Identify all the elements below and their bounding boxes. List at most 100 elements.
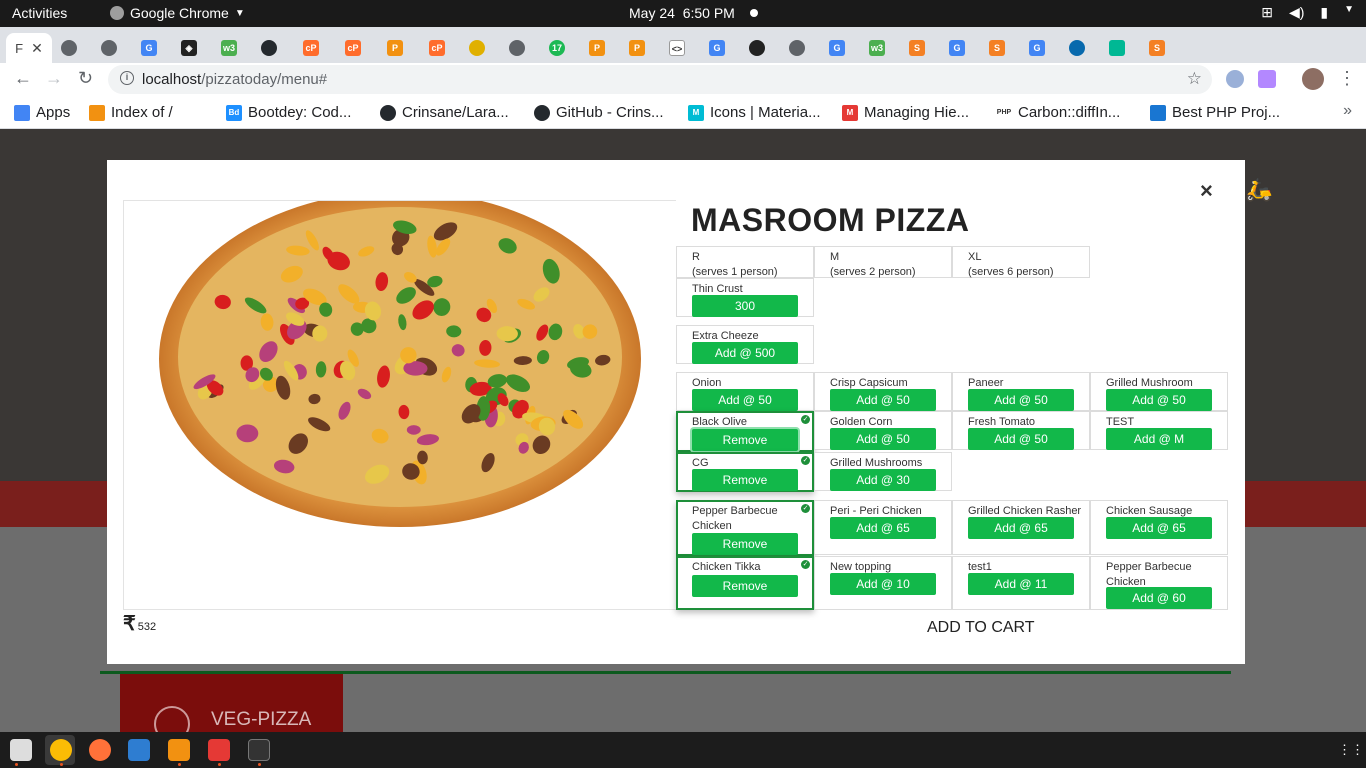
tab-item[interactable]: P xyxy=(376,33,414,63)
app-menu[interactable]: Google Chrome ▼ xyxy=(110,5,245,21)
bookmark-github[interactable]: GitHub - Crins... xyxy=(534,104,664,121)
remove-topping-button[interactable]: Remove xyxy=(692,469,798,491)
add-topping-button[interactable]: Add @ M xyxy=(1106,428,1212,450)
tab-item[interactable]: 17 xyxy=(538,33,576,63)
bookmark-managing[interactable]: M Managing Hie... xyxy=(842,104,969,121)
tab-item[interactable]: S xyxy=(978,33,1016,63)
remove-topping-button[interactable]: Remove xyxy=(692,575,798,597)
tab-item[interactable] xyxy=(1058,33,1096,63)
firefox-icon[interactable] xyxy=(89,739,111,761)
tab-item[interactable]: P xyxy=(578,33,616,63)
clock[interactable]: May 24 6:50 PM xyxy=(629,5,735,21)
site-icon xyxy=(1150,104,1166,121)
add-to-cart-button[interactable]: ADD TO CART xyxy=(927,619,1035,637)
avatar[interactable] xyxy=(1302,68,1324,90)
bookmark-apps[interactable]: Apps xyxy=(14,104,70,121)
add-topping-button[interactable]: Add @ 11 xyxy=(968,573,1074,595)
volume-icon[interactable]: ◀) xyxy=(1289,4,1304,21)
add-topping-button[interactable]: Add @ 10 xyxy=(830,573,936,595)
bookmark-bootdey[interactable]: Bd Bootdey: Cod... xyxy=(226,104,351,121)
add-topping-button[interactable]: Add @ 50 xyxy=(968,389,1074,411)
tab-item[interactable]: G xyxy=(1018,33,1056,63)
info-icon[interactable]: i xyxy=(120,71,134,85)
add-topping-button[interactable]: Add @ 50 xyxy=(968,428,1074,450)
remove-topping-button[interactable]: Remove xyxy=(692,533,798,555)
tab-item[interactable]: cP xyxy=(334,33,372,63)
extension-icon[interactable] xyxy=(1226,70,1244,88)
size-option-m[interactable]: M (serves 2 person) xyxy=(814,246,952,278)
battery-icon[interactable]: ▮ xyxy=(1320,4,1328,21)
address-bar[interactable]: i localhost/pizzatoday/menu# ☆ xyxy=(108,65,1212,94)
tab-item[interactable] xyxy=(458,33,496,63)
tab-item[interactable] xyxy=(778,33,816,63)
system-tray[interactable]: ⊞ ◀) ▮ ▼ xyxy=(1261,4,1354,21)
tab-item[interactable]: ◈ xyxy=(170,33,208,63)
url-text[interactable]: localhost/pizzatoday/menu# xyxy=(142,71,327,88)
tab-item[interactable]: G xyxy=(130,33,168,63)
git-client-icon[interactable] xyxy=(208,739,230,761)
tab-item[interactable]: cP xyxy=(292,33,330,63)
chrome-icon[interactable] xyxy=(50,739,72,761)
tab-item[interactable]: P xyxy=(618,33,656,63)
add-topping-button[interactable]: Add @ 65 xyxy=(830,517,936,539)
price-value: 532 xyxy=(137,621,157,633)
bug-icon xyxy=(749,40,765,56)
network-icon[interactable]: ⊞ xyxy=(1261,4,1273,21)
tab-item[interactable]: w3 xyxy=(858,33,896,63)
add-topping-button[interactable]: Add @ 50 xyxy=(830,428,936,450)
crust-price-button[interactable]: 300 xyxy=(692,295,798,317)
add-cheese-button[interactable]: Add @ 500 xyxy=(692,342,798,364)
tab-item[interactable]: G xyxy=(818,33,856,63)
size-option-xl[interactable]: XL (serves 6 person) xyxy=(952,246,1090,278)
vscode-icon[interactable] xyxy=(128,739,150,761)
add-topping-button[interactable]: Add @ 50 xyxy=(692,389,798,411)
tab-item[interactable] xyxy=(498,33,536,63)
tab-item[interactable]: w3 xyxy=(210,33,248,63)
terminal-icon[interactable] xyxy=(248,739,270,761)
caret-down-icon[interactable]: ▼ xyxy=(1344,4,1354,21)
bookmark-icons[interactable]: M Icons | Materia... xyxy=(688,104,821,121)
chevron-right-icon[interactable]: » xyxy=(1343,102,1352,120)
tab-item[interactable]: G xyxy=(698,33,736,63)
add-topping-button[interactable]: Add @ 60 xyxy=(1106,587,1212,609)
caret-down-icon: ▼ xyxy=(234,7,245,19)
bookmark-bestphp[interactable]: Best PHP Proj... xyxy=(1150,104,1280,121)
tab-item[interactable]: S xyxy=(898,33,936,63)
activities-button[interactable]: Activities xyxy=(12,5,67,21)
add-topping-button[interactable]: Add @ 50 xyxy=(1106,389,1212,411)
sublime-icon[interactable] xyxy=(168,739,190,761)
tab-item[interactable]: S xyxy=(1138,33,1176,63)
globe-icon xyxy=(101,40,117,56)
tab-item[interactable] xyxy=(738,33,776,63)
tab-active[interactable]: F ✕ xyxy=(6,33,52,63)
tab-item[interactable] xyxy=(250,33,288,63)
close-tab-icon[interactable]: ✕ xyxy=(31,40,43,57)
show-apps-icon[interactable]: ⋮⋮ xyxy=(1338,742,1364,757)
tab-item[interactable]: cP xyxy=(418,33,456,63)
category-card[interactable]: VEG-PIZZA xyxy=(120,674,343,732)
close-icon[interactable]: × xyxy=(1200,178,1213,204)
bookmark-carbon[interactable]: PHP Carbon::diffIn... xyxy=(996,104,1120,121)
remove-topping-button[interactable]: Remove xyxy=(692,429,798,451)
tab-item[interactable] xyxy=(50,33,88,63)
bookmark-crinsane[interactable]: Crinsane/Lara... xyxy=(380,104,509,121)
files-icon[interactable] xyxy=(10,739,32,761)
tab-item[interactable] xyxy=(1098,33,1136,63)
reload-icon[interactable]: ↻ xyxy=(78,68,93,89)
menu-kebab-icon[interactable]: ⋮ xyxy=(1338,68,1356,89)
tab-item[interactable]: <> xyxy=(658,33,696,63)
tab-item[interactable] xyxy=(90,33,128,63)
back-icon[interactable]: ← xyxy=(14,68,32,89)
bookmark-star-icon[interactable]: ☆ xyxy=(1187,69,1202,89)
stackoverflow-icon: S xyxy=(989,40,1005,56)
bookmark-index[interactable]: Index of / xyxy=(89,104,173,121)
add-topping-button[interactable]: Add @ 50 xyxy=(830,389,936,411)
add-topping-button[interactable]: Add @ 65 xyxy=(1106,517,1212,539)
add-topping-button[interactable]: Add @ 30 xyxy=(830,469,936,491)
cheese-option: Extra Cheeze Add @ 500 xyxy=(676,325,814,364)
forward-icon[interactable]: → xyxy=(45,68,63,89)
add-topping-button[interactable]: Add @ 65 xyxy=(968,517,1074,539)
extension-pen-icon[interactable] xyxy=(1258,70,1276,88)
tab-item[interactable]: G xyxy=(938,33,976,63)
size-option-r[interactable]: R (serves 1 person) xyxy=(676,246,814,278)
